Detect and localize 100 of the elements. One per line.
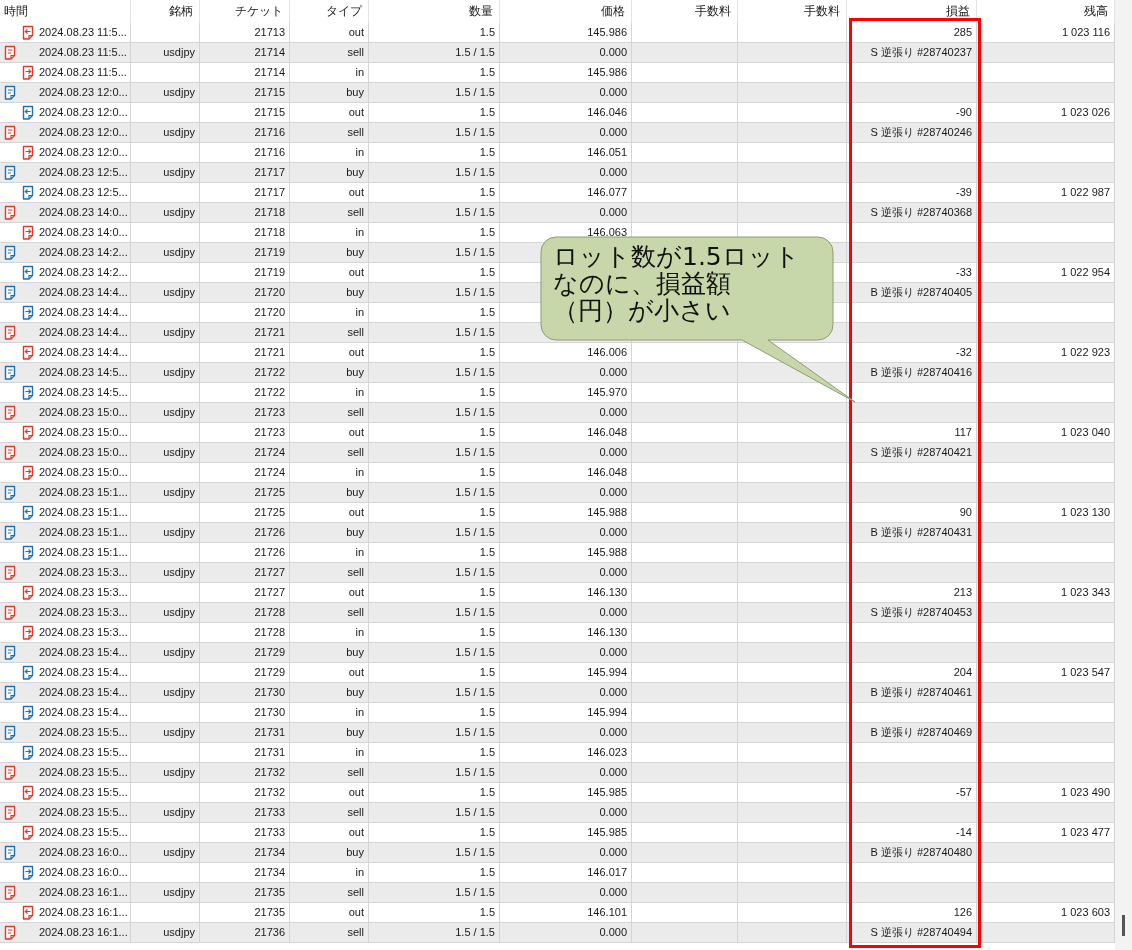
column-header[interactable]: 手数料 — [738, 0, 847, 23]
table-cell: sell — [290, 323, 369, 342]
table-cell: usdjpy — [131, 883, 200, 902]
table-cell-text: 2024.08.23 14:2... — [39, 245, 128, 260]
table-cell: 0.000 — [500, 123, 632, 142]
table-cell: 1.5 / 1.5 — [369, 643, 500, 662]
table-cell: 1.5 / 1.5 — [369, 523, 500, 542]
table-cell: 21717 — [200, 183, 290, 202]
table-cell: 21715 — [200, 83, 290, 102]
table-cell: 1.5 — [369, 183, 500, 202]
table-cell: 1.5 — [369, 303, 500, 322]
table-cell: out — [290, 583, 369, 602]
table-cell: 21733 — [200, 803, 290, 822]
table-cell: 21733 — [200, 823, 290, 842]
table-cell: 21716 — [200, 123, 290, 142]
table-cell-text: 2024.08.23 14:0... — [39, 205, 128, 220]
table-cell: 0.000 — [500, 523, 632, 542]
table-cell-text: 2024.08.23 14:4... — [39, 345, 128, 360]
table-cell: sell — [290, 123, 369, 142]
table-cell: 21725 — [200, 483, 290, 502]
table-cell: S 逆張り #28740246 — [847, 123, 977, 142]
table-cell-text: 2024.08.23 15:0... — [39, 405, 128, 420]
table-cell: S 逆張り #28740453 — [847, 603, 977, 622]
table-cell-text: 2024.08.23 11:5... — [39, 45, 127, 60]
table-cell-text: 2024.08.23 15:0... — [39, 445, 128, 460]
table-cell: -14 — [847, 823, 977, 842]
column-header[interactable]: 数量 — [369, 0, 500, 23]
table-cell: buy — [290, 163, 369, 182]
table-cell: B 逆張り #28740480 — [847, 843, 977, 862]
table-cell: S 逆張り #28740421 — [847, 443, 977, 462]
table-cell: buy — [290, 243, 369, 262]
table-cell-text: 2024.08.23 15:1... — [39, 545, 128, 560]
table-cell-text: 2024.08.23 14:2... — [39, 265, 128, 280]
table-cell: usdjpy — [131, 803, 200, 822]
table-cell: 21718 — [200, 223, 290, 242]
table-cell: usdjpy — [131, 723, 200, 742]
table-cell: 117 — [847, 423, 977, 442]
callout-text: ロット数が1.5ロット — [553, 243, 800, 270]
table-cell: B 逆張り #28740416 — [847, 363, 977, 382]
table-cell: 1.5 / 1.5 — [369, 243, 500, 262]
scrollbar[interactable] — [1115, 0, 1132, 950]
table-cell-text: 2024.08.23 15:5... — [39, 785, 128, 800]
column-header[interactable]: 時間 — [0, 0, 131, 23]
table-cell: sell — [290, 803, 369, 822]
table-cell-text: 2024.08.23 11:5... — [39, 65, 127, 80]
table-cell: 21722 — [200, 383, 290, 402]
table-cell: 1.5 / 1.5 — [369, 683, 500, 702]
column-header[interactable]: 手数料 — [632, 0, 738, 23]
table-cell: out — [290, 263, 369, 282]
table-cell: 90 — [847, 503, 977, 522]
table-cell: 145.986 — [500, 23, 632, 42]
table-cell: 21727 — [200, 563, 290, 582]
table-cell: 0.000 — [500, 443, 632, 462]
table-cell: 21726 — [200, 523, 290, 542]
table-cell: 1.5 / 1.5 — [369, 323, 500, 342]
table-cell: 1.5 / 1.5 — [369, 483, 500, 502]
table-cell: 146.077 — [500, 183, 632, 202]
table-cell: sell — [290, 563, 369, 582]
table-cell: sell — [290, 43, 369, 62]
table-cell-text: 2024.08.23 16:1... — [39, 905, 128, 920]
table-cell: buy — [290, 483, 369, 502]
table-cell: in — [290, 223, 369, 242]
table-cell: 0.000 — [500, 203, 632, 222]
table-cell: 145.994 — [500, 703, 632, 722]
column-header[interactable]: タイプ — [290, 0, 369, 23]
table-cell: 1.5 / 1.5 — [369, 403, 500, 422]
table-cell-text: 2024.08.23 12:0... — [39, 125, 128, 140]
table-cell-text: 2024.08.23 15:1... — [39, 505, 128, 520]
table-cell-text: 2024.08.23 16:1... — [39, 885, 128, 900]
table-cell: 1.5 — [369, 103, 500, 122]
scrollbar-thumb[interactable] — [1122, 915, 1125, 936]
table-cell: 145.985 — [500, 783, 632, 802]
table-cell: buy — [290, 363, 369, 382]
table-cell: B 逆張り #28740461 — [847, 683, 977, 702]
table-cell: 0.000 — [500, 803, 632, 822]
column-header[interactable]: チケット — [200, 0, 290, 23]
table-cell: 0.000 — [500, 43, 632, 62]
table-cell: 21721 — [200, 323, 290, 342]
table-cell: 1.5 — [369, 143, 500, 162]
table-cell: 21716 — [200, 143, 290, 162]
table-cell: in — [290, 63, 369, 82]
table-cell: usdjpy — [131, 683, 200, 702]
column-header[interactable]: 損益 — [847, 0, 977, 23]
table-cell: 0.000 — [500, 883, 632, 902]
table-cell: usdjpy — [131, 523, 200, 542]
table-cell-text: 2024.08.23 12:0... — [39, 85, 128, 100]
table-cell: 21736 — [200, 923, 290, 942]
table-cell: 0.000 — [500, 83, 632, 102]
table-cell: usdjpy — [131, 403, 200, 422]
callout-text: なのに、損益額 — [553, 270, 732, 297]
table-cell: 1.5 — [369, 423, 500, 442]
table-cell: 1.5 / 1.5 — [369, 363, 500, 382]
table-cell-text: 2024.08.23 15:3... — [39, 565, 128, 580]
column-header[interactable]: 銘柄 — [131, 0, 200, 23]
table-cell-text: 2024.08.23 11:5... — [39, 25, 127, 40]
table-cell: 1.5 / 1.5 — [369, 803, 500, 822]
column-header[interactable]: 価格 — [500, 0, 632, 23]
table-cell: 21728 — [200, 623, 290, 642]
table-cell: 146.130 — [500, 623, 632, 642]
table-cell: 21729 — [200, 643, 290, 662]
